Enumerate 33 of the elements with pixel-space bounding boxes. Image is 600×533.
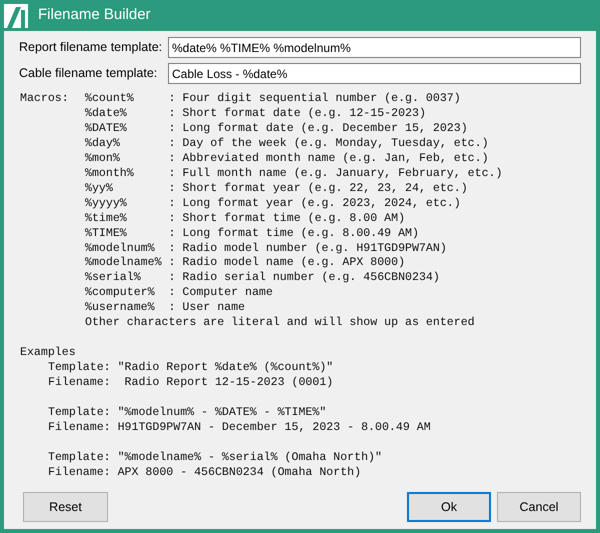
dialog-button[interactable]: Reset [23,492,108,522]
macro-description: %DATE% : Long format date (e.g. December 15, 2023) [85,122,469,137]
field-label: Report filename template: [19,39,164,56]
macro-description: %modelnum% : Radio model number (e.g. H91TGD9PW7AN) [85,242,448,256]
macro-description: %count% : Four digit sequential number (e.g. 0037) [85,92,462,107]
example-filename: Filename: H91TGD9PW7AN - December 15, 2023 - 8.00.49 AM [48,421,432,436]
macro-description: %username% : User name [85,301,246,316]
template-field[interactable]: %date% %TIME% %modelnum% [168,37,581,58]
app-logo-icon [4,4,28,28]
template-field[interactable]: Cable Loss - %date% [168,63,581,84]
macro-description: %yyyy% : Long format year (e.g. 2023, 2024, etc.) [85,196,462,212]
example-template: Template: "%modelname% - %serial% (Omaha North)" [48,451,383,466]
field-label: Cable filename template: [19,65,158,82]
macro-description: %serial% : Radio serial number (e.g. 456CBN0234) [85,271,441,286]
example-template: Template: "Radio Report %date% (%count%)" [48,361,334,376]
macros-label: Macros: [20,92,70,107]
macro-description: %TIME% : Long format time (e.g. 8.00.49 AM) [85,226,420,242]
example-filename: Filename: Radio Report 12-15-2023 (0001) [48,376,334,392]
example-template: Template: "%modelnum% - %DATE% - %TIME%" [48,406,328,422]
window-title: Filename Builder [38,5,151,26]
macro-description: %modelname% : Radio model name (e.g. APX 8000) [85,256,406,272]
macro-description: %computer% : Computer name [85,286,274,302]
macro-description: %date% : Short format date (e.g. 12-15-2023) [85,106,427,122]
examples-heading: Examples [20,346,77,362]
dialog-button[interactable]: Cancel [497,492,581,522]
macro-description: %day% : Day of the week (e.g. Monday, Tuesday, etc.) [85,136,490,152]
macro-description: %time% : Short format time (e.g. 8.00 AM) [85,212,406,227]
macro-description: %month% : Full month name (e.g. January, February, etc.) [85,166,502,182]
macro-description: %yy% : Short format year (e.g. 22, 23, 24, etc.) [85,182,469,197]
dialog-button[interactable]: Ok [407,492,491,522]
example-filename: Filename: APX 8000 - 456CBN0234 (Omaha North) [48,466,362,481]
macro-description: Other characters are literal and will show up as entered [85,316,476,332]
macro-description: %mon% : Abbreviated month name (e.g. Jan, Feb, etc.) [85,152,490,167]
